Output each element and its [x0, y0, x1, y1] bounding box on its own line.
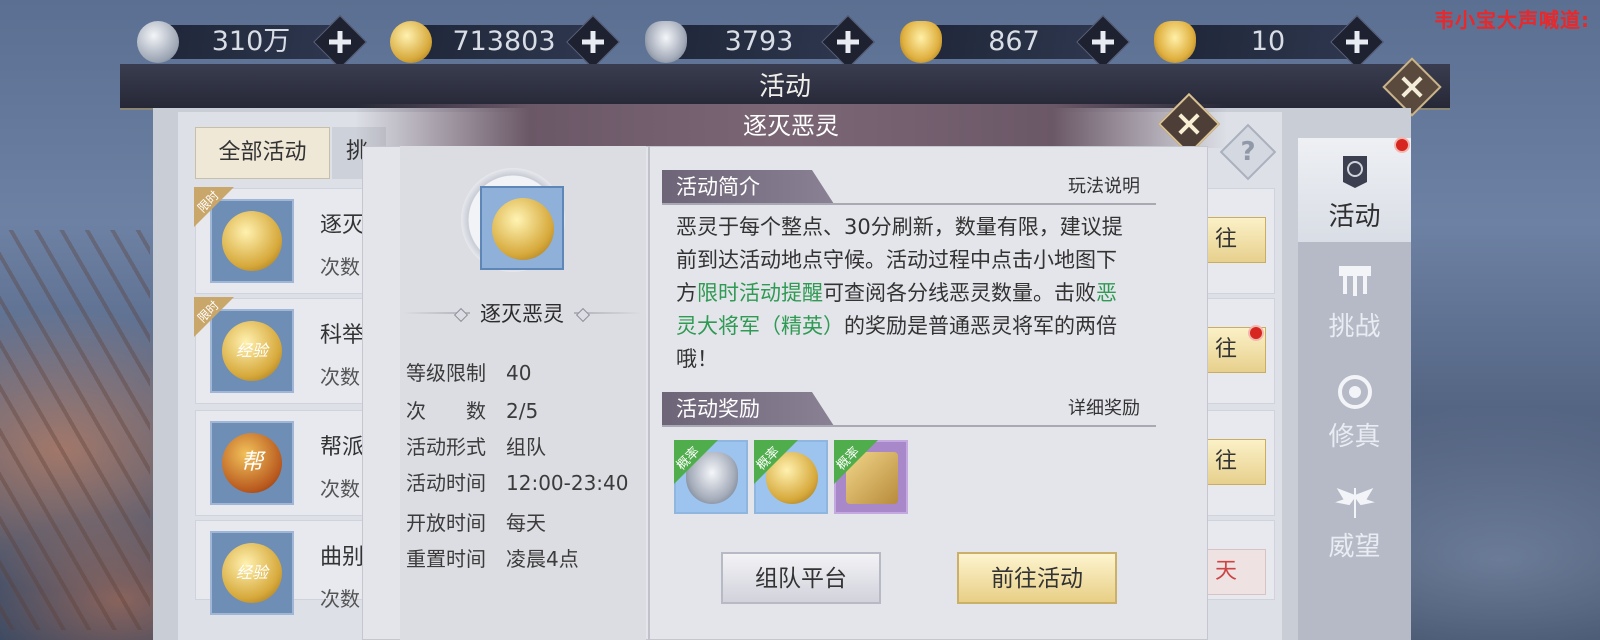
silver-ingot-icon	[645, 21, 687, 63]
rules-link[interactable]: 玩法说明	[1068, 170, 1140, 204]
popup-divider	[648, 146, 650, 640]
gold-ingot-icon	[1154, 21, 1196, 63]
chat-shout: 韦小宝大声喊道:	[1434, 8, 1590, 32]
limited-badge: 限时	[194, 187, 234, 227]
activity-name: 逐灭	[320, 213, 365, 238]
probability-badge: 概率	[834, 440, 880, 486]
activity-banner-icon	[1342, 156, 1367, 188]
challenge-icon	[1338, 266, 1371, 296]
reward-title: 活动奖励	[676, 397, 760, 421]
silver-coin-icon	[137, 21, 179, 63]
cultivation-icon	[1337, 375, 1372, 409]
info-row-open: 开放时间 每天	[406, 511, 546, 535]
popup-title: 逐灭恶灵	[743, 112, 839, 140]
probability-badge: 概率	[754, 440, 800, 486]
info-row-reset: 重置时间 凌晨4点	[406, 547, 579, 571]
currency-value: 713803	[452, 26, 556, 57]
side-nav-prestige[interactable]: 威望	[1298, 468, 1411, 572]
side-nav-cultivation[interactable]: 修真	[1298, 358, 1411, 462]
side-nav-label: 挑战	[1328, 312, 1381, 342]
info-row-level: 等级限制 40	[406, 361, 532, 385]
probability-badge: 概率	[674, 440, 720, 486]
reward-item[interactable]: 概率	[674, 440, 748, 514]
activity-name: 曲别	[320, 545, 365, 570]
currency-value: 3793	[724, 26, 794, 57]
currency-value: 310万	[211, 26, 291, 57]
bound-gold-ingot-icon	[900, 21, 942, 63]
side-nav: 活动 挑战 修真 威望	[1298, 138, 1411, 640]
exp-icon: 经验	[210, 531, 294, 615]
currency-value: 867	[988, 26, 1040, 57]
team-platform-button[interactable]: 组队平台	[721, 552, 881, 604]
activity-count: 次数	[320, 477, 360, 501]
info-row-count: 次 数 2/5	[406, 399, 539, 423]
side-nav-activity[interactable]: 活动	[1298, 138, 1411, 242]
reward-item[interactable]: 概率	[754, 440, 828, 514]
prestige-wings-icon	[1334, 488, 1375, 518]
currency-value: 10	[1250, 26, 1286, 57]
tab-all-activities[interactable]: 全部活动	[195, 127, 330, 179]
side-nav-challenge[interactable]: 挑战	[1298, 248, 1411, 352]
info-row-format: 活动形式 组队	[406, 435, 546, 459]
activity-count: 次数	[320, 255, 360, 279]
highlight-text: 限时活动提醒	[697, 281, 823, 305]
intro-section-header: 活动简介 玩法说明	[662, 170, 1156, 205]
activity-name: 帮派	[320, 435, 365, 460]
activity-name: 逐灭恶灵	[470, 300, 574, 328]
intro-title: 活动简介	[676, 175, 760, 199]
activity-description: 恶灵于每个整点、30分刷新，数量有限，建议提前到达活动地点守候。活动过程中点击小…	[676, 215, 1123, 371]
gold-coin-icon	[390, 21, 432, 63]
activity-count: 次数	[320, 587, 360, 611]
activity-name: 科举	[320, 323, 365, 348]
go-to-activity-button[interactable]: 前往活动	[957, 552, 1117, 604]
background-scenery	[0, 230, 150, 630]
info-row-time: 活动时间 12:00-23:40	[406, 471, 629, 495]
notification-dot	[1248, 325, 1264, 341]
side-nav-label: 修真	[1328, 422, 1381, 452]
activity-count: 次数	[320, 365, 360, 389]
reward-section-header: 活动奖励 详细奖励	[662, 392, 1156, 427]
limited-badge: 限时	[194, 297, 234, 337]
reward-details-link[interactable]: 详细奖励	[1068, 392, 1140, 426]
side-nav-notification-dot	[1394, 137, 1410, 153]
reward-item[interactable]: 概率	[834, 440, 908, 514]
side-nav-label: 活动	[1328, 202, 1381, 232]
side-nav-label: 威望	[1328, 532, 1381, 562]
guild-icon: 帮	[210, 421, 294, 505]
gold-coin-icon	[480, 186, 564, 270]
